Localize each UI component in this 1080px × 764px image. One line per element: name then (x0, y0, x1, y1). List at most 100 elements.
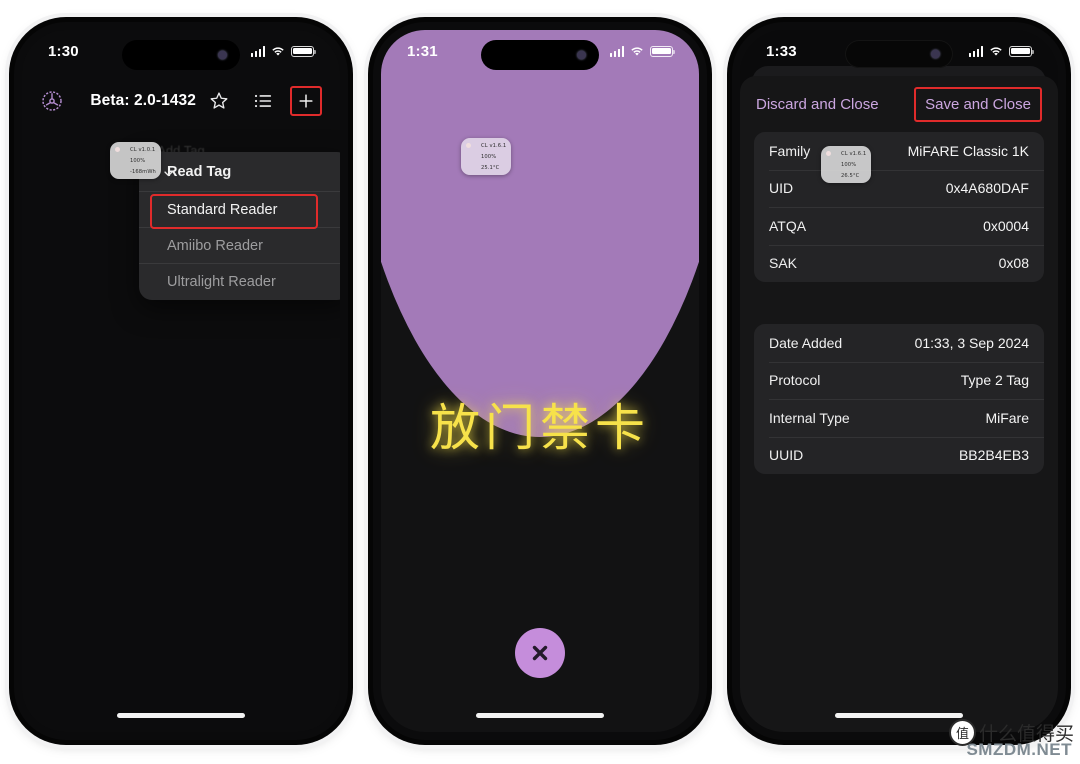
front-camera (577, 50, 586, 60)
row-value: Type 2 Tag (960, 372, 1029, 389)
watermark-site: SMZDM.NET (966, 740, 1072, 759)
home-indicator[interactable] (835, 713, 963, 718)
front-camera (931, 49, 940, 59)
cl-battery-widget[interactable]: CL v1.6.1 100% 25.1°C (461, 138, 512, 175)
dynamic-island (845, 40, 953, 68)
sheet-action-bar: Discard and Close Save and Close (740, 76, 1058, 132)
widget-temperature: 25.1°C (481, 164, 500, 171)
cl-battery-widget[interactable]: CL v1.0.1 100% -168mWh (110, 142, 173, 179)
widget-battery: 100% (841, 161, 857, 168)
battery-bar-icon (465, 153, 477, 161)
row-value: 0x4A680DAF (945, 180, 1029, 197)
star-icon[interactable] (208, 90, 230, 112)
status-icons (250, 45, 317, 57)
table-row[interactable]: Family MiFARE Classic 1K (754, 132, 1044, 170)
widget-battery: 100% (130, 157, 146, 164)
front-camera (218, 50, 227, 60)
thermometer-icon (825, 172, 837, 180)
status-time: 1:30 (48, 42, 79, 60)
row-value: 0x08 (998, 255, 1029, 272)
scan-prompt: 放门禁卡 (430, 399, 650, 457)
battery-bar-icon (825, 161, 837, 169)
home-indicator[interactable] (476, 713, 604, 718)
row-value: MiFARE Classic 1K (907, 142, 1029, 159)
row-key: UID (769, 180, 794, 197)
widget-battery-row: 100% (114, 156, 156, 165)
chevron-down-icon[interactable] (163, 166, 174, 177)
row-key: SAK (769, 255, 798, 272)
row-key: Family (769, 142, 811, 159)
widget-version: CL v1.6.1 (841, 150, 867, 157)
menu-item-amiibo-reader[interactable]: Amiibo Reader (139, 228, 340, 264)
tag-details-sheet: Discard and Close Save and Close Family … (740, 76, 1058, 732)
dynamic-island (122, 40, 240, 70)
screenshot-stage: 1:30 Beta: 2.0-1432 Add Tag Read Tag Sta… (0, 0, 1080, 764)
nfc-scan-dome (381, 30, 699, 438)
menu-item-ultralight-reader[interactable]: Ultralight Reader (139, 264, 340, 300)
close-button[interactable] (515, 628, 565, 678)
phone1-screen: 1:30 Beta: 2.0-1432 Add Tag Read Tag Sta… (22, 30, 340, 732)
gear-icon[interactable] (40, 89, 64, 113)
home-indicator[interactable] (117, 713, 245, 718)
menu-item-standard-reader[interactable]: Standard Reader (139, 192, 340, 228)
power-toggle-icon (114, 146, 126, 154)
widget-temperature-row: 25.1°C (465, 163, 506, 172)
row-key: Date Added (769, 334, 843, 351)
row-value: 0x0004 (983, 217, 1029, 234)
phone3-screen: 1:33 Discard and Close Save and Close Fa… (740, 30, 1058, 732)
page-title: Beta: 2.0-1432 (90, 92, 196, 109)
battery-bar-icon (114, 157, 126, 165)
list-icon[interactable] (252, 90, 274, 112)
widget-version-row: CL v1.0.1 (114, 145, 156, 154)
signal-icon (968, 45, 983, 57)
row-key: UUID (769, 447, 804, 464)
widget-power: -168mWh (130, 168, 156, 175)
power-toggle-icon (825, 150, 837, 158)
signal-icon (250, 45, 265, 57)
table-row[interactable]: UUID BB2B4EB3 (754, 436, 1044, 475)
widget-version-row: CL v1.6.1 (825, 149, 866, 158)
widget-temperature: 26.5°C (841, 172, 860, 179)
table-row[interactable]: ATQA 0x0004 (754, 207, 1044, 245)
wifi-icon (271, 46, 285, 57)
widget-version: CL v1.0.1 (130, 146, 156, 153)
table-row[interactable]: Protocol Type 2 Tag (754, 361, 1044, 400)
add-tag-button[interactable] (290, 86, 322, 116)
row-value: BB2B4EB3 (958, 447, 1029, 464)
save-and-close-button[interactable]: Save and Close (925, 96, 1031, 113)
status-icons (968, 45, 1035, 57)
table-row[interactable]: Date Added 01:33, 3 Sep 2024 (754, 324, 1044, 362)
battery-icon (1009, 45, 1035, 57)
widget-battery: 100% (481, 153, 497, 160)
widget-version-row: CL v1.6.1 (465, 141, 506, 150)
phone1-toolbar: Beta: 2.0-1432 (22, 80, 340, 122)
cl-battery-widget[interactable]: CL v1.6.1 100% 26.5°C (821, 146, 872, 183)
row-value: 01:33, 3 Sep 2024 (914, 334, 1029, 351)
widget-temperature-row: 26.5°C (825, 171, 866, 180)
phone-read-tag-menu: 1:30 Beta: 2.0-1432 Add Tag Read Tag Sta… (14, 22, 348, 740)
power-toggle-icon (465, 142, 477, 150)
table-row[interactable]: SAK 0x08 (754, 244, 1044, 283)
close-icon (532, 645, 548, 661)
save-and-close-highlight: Save and Close (914, 86, 1042, 122)
tag-info-group-2: Date Added 01:33, 3 Sep 2024 Protocol Ty… (754, 324, 1044, 474)
discard-and-close-button[interactable]: Discard and Close (756, 96, 879, 113)
plus-icon (299, 94, 313, 108)
widget-battery-row: 100% (825, 160, 866, 169)
dynamic-island (481, 40, 599, 70)
widget-battery-row: 100% (465, 152, 506, 161)
power-icon (114, 168, 126, 176)
row-key: Protocol (769, 372, 821, 389)
widget-version: CL v1.6.1 (481, 142, 507, 149)
widget-power-row: -168mWh (114, 167, 156, 176)
table-row[interactable]: UID 0x4A680DAF (754, 169, 1044, 208)
row-key: Internal Type (769, 409, 850, 426)
phone2-screen: 1:31 CL v1.6.1 100% 25.1°C 放门禁卡 (381, 30, 699, 732)
wifi-icon (989, 46, 1003, 57)
row-key: ATQA (769, 217, 807, 234)
status-time: 1:33 (766, 42, 797, 60)
thermometer-icon (465, 164, 477, 172)
tag-info-group-1: Family MiFARE Classic 1K UID 0x4A680DAF … (754, 132, 1044, 282)
battery-icon (291, 45, 317, 57)
table-row[interactable]: Internal Type MiFare (754, 399, 1044, 437)
